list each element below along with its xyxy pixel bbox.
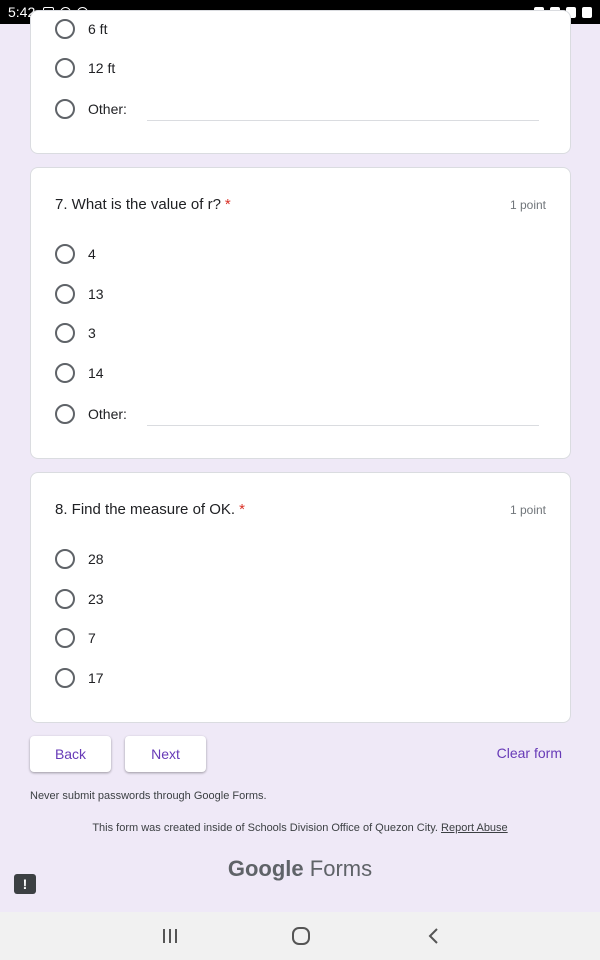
option-label: 4 — [88, 246, 96, 262]
password-warning: Never submit passwords through Google Fo… — [30, 790, 267, 802]
radio-button[interactable] — [55, 668, 75, 688]
option-13[interactable]: 13 — [55, 284, 104, 304]
option-23[interactable]: 23 — [55, 589, 104, 609]
option-label: 7 — [88, 630, 96, 646]
option-12ft[interactable]: 12 ft — [55, 58, 115, 78]
radio-button[interactable] — [55, 284, 75, 304]
option-4[interactable]: 4 — [55, 244, 96, 264]
brand-google: Google — [227, 856, 304, 881]
system-nav-bar — [0, 912, 600, 960]
option-6ft[interactable]: 6 ft — [55, 19, 107, 39]
option-label: 28 — [88, 551, 104, 567]
option-label: 14 — [88, 365, 104, 381]
clear-form-button[interactable]: Clear form — [497, 745, 562, 761]
option-label: Other: — [88, 101, 127, 117]
other-text-input[interactable] — [147, 425, 539, 426]
option-7[interactable]: 7 — [55, 628, 96, 648]
creator-notice: This form was created inside of Schools … — [0, 822, 600, 834]
question-card-8: 8. Find the measure of OK. * 1 point 28 2… — [30, 472, 571, 723]
google-forms-logo: Google Forms — [0, 856, 600, 882]
option-label: Other: — [88, 406, 127, 422]
option-label: 6 ft — [88, 21, 108, 37]
radio-button[interactable] — [55, 99, 75, 119]
brand-forms: Forms — [309, 856, 373, 881]
question-text: 7. What is the value of r? — [55, 196, 221, 213]
radio-button[interactable] — [55, 363, 75, 383]
next-button[interactable]: Next — [125, 736, 206, 772]
option-label: 3 — [88, 325, 96, 341]
option-label: 13 — [88, 286, 104, 302]
question-card-6: 6 ft 12 ft Other: — [30, 10, 571, 154]
question-title: 7. What is the value of r? * — [55, 196, 231, 213]
points-label: 1 point — [509, 198, 546, 212]
radio-button[interactable] — [55, 404, 75, 424]
radio-button[interactable] — [55, 589, 75, 609]
radio-button[interactable] — [55, 549, 75, 569]
exclamation-icon[interactable]: ! — [14, 874, 36, 894]
required-asterisk: * — [239, 501, 245, 518]
option-other[interactable]: Other: — [55, 404, 127, 424]
report-abuse-link[interactable]: Report Abuse — [441, 822, 508, 834]
back-icon[interactable] — [422, 922, 444, 950]
option-label: 23 — [88, 591, 104, 607]
battery-icon — [582, 6, 592, 18]
radio-button[interactable] — [55, 628, 75, 648]
radio-button[interactable] — [55, 19, 75, 39]
other-text-input[interactable] — [147, 120, 539, 121]
radio-button[interactable] — [55, 323, 75, 343]
radio-button[interactable] — [55, 58, 75, 78]
required-asterisk: * — [224, 196, 231, 213]
question-title: 8. Find the measure of OK. * — [55, 501, 245, 518]
option-28[interactable]: 28 — [55, 549, 104, 569]
recent-apps-icon[interactable] — [158, 922, 182, 950]
option-other[interactable]: Other: — [55, 99, 127, 119]
radio-button[interactable] — [55, 244, 75, 264]
home-icon[interactable] — [288, 922, 314, 950]
points-label: 1 point — [509, 503, 546, 517]
question-card-7: 7. What is the value of r? * 1 point 4 13… — [30, 167, 571, 459]
option-label: 12 ft — [88, 60, 116, 76]
creator-text: This form was created inside of Schools … — [92, 822, 438, 834]
question-text: 8. Find the measure of OK. — [55, 501, 236, 518]
back-button[interactable]: Back — [30, 736, 111, 772]
option-17[interactable]: 17 — [55, 668, 104, 688]
option-3[interactable]: 3 — [55, 323, 96, 343]
option-14[interactable]: 14 — [55, 363, 104, 383]
option-label: 17 — [88, 670, 104, 686]
